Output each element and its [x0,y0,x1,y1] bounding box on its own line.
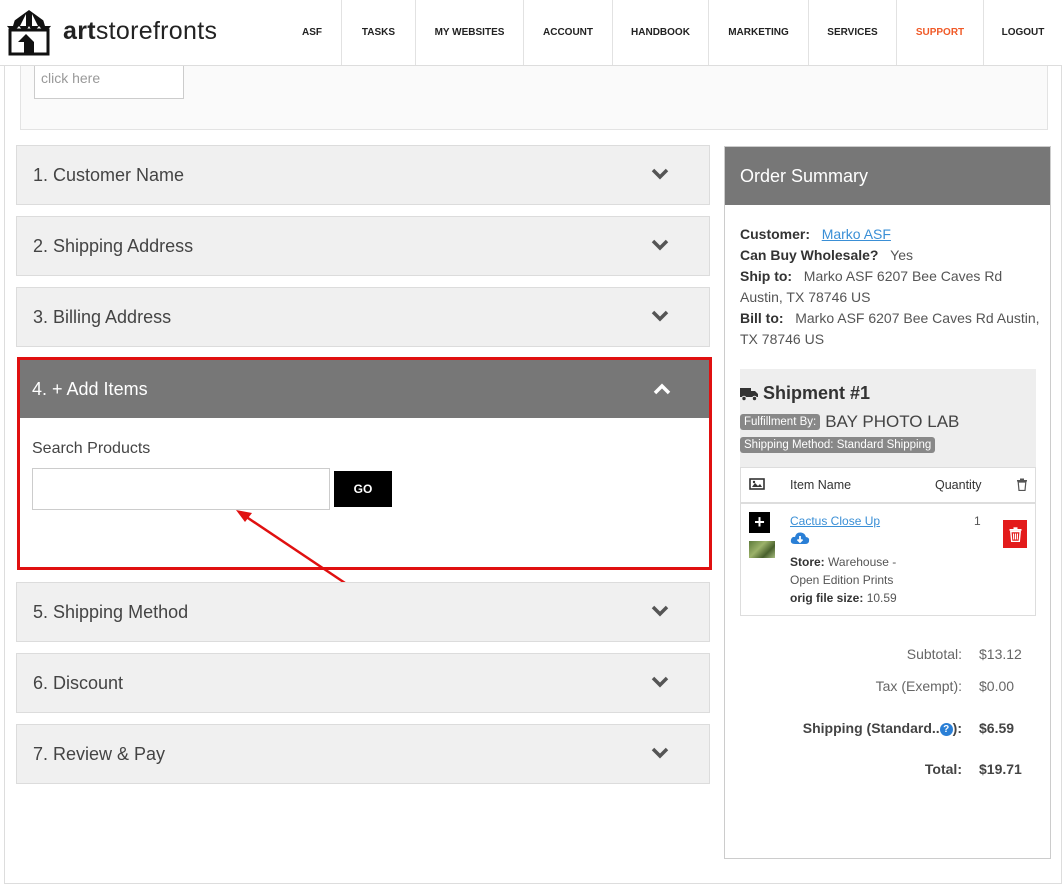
search-products-input[interactable] [32,468,330,510]
nav-logout[interactable]: LOGOUT [983,0,1062,65]
chevron-down-icon[interactable] [651,167,669,181]
main-menu: ASF TASKS MY WEBSITES ACCOUNT HANDBOOK M… [283,0,1062,65]
chevron-up-icon[interactable] [653,382,671,396]
tax-value: $0.00 [979,678,1015,694]
section-customer-name[interactable]: 1. Customer Name [16,145,710,205]
trash-icon [1009,526,1021,542]
tax-label: Tax (Exempt): [875,678,962,694]
item-name-link[interactable]: Cactus Close Up [790,514,880,528]
section-title: 1. Customer Name [33,165,185,185]
section-billing-address[interactable]: 3. Billing Address [16,287,710,347]
go-button[interactable]: GO [334,471,392,507]
section-shipping-method[interactable]: 5. Shipping Method [16,582,710,642]
customer-label: Customer: [740,226,811,242]
section-title: 7. Review & Pay [33,744,166,764]
subtotal-label: Subtotal: [906,646,962,662]
add-items-header[interactable]: 4. + Add Items [20,360,709,418]
total-value: $19.71 [979,761,1022,777]
section-title: 2. Shipping Address [33,236,194,256]
shipping-label: Shipping (Standard..?): [802,720,962,736]
annotation-arrow-icon [236,510,349,587]
section-discount[interactable]: 6. Discount [16,653,710,713]
quantity-header: Quantity [935,478,982,492]
cactus-thumbnail [749,541,775,558]
table-header: Item Name Quantity [741,468,1035,504]
shipment-box: Shipment #1 Fulfillment By: BAY PHOTO LA… [740,369,1036,616]
delete-item-button[interactable] [1003,520,1027,548]
bill-to-label: Bill to: [740,310,784,326]
chevron-down-icon[interactable] [651,675,669,689]
nav-support[interactable]: SUPPORT [896,0,983,65]
nav-services[interactable]: SERVICES [808,0,896,65]
section-add-items: 4. + Add Items Search Products GO [17,357,712,570]
customer-info: Customer: Marko ASF Can Buy Wholesale? Y… [740,224,1040,350]
trash-icon [1017,478,1027,491]
order-summary-header: Order Summary [725,147,1050,205]
shipping-method-badge: Shipping Method: Standard Shipping [740,435,936,453]
chevron-down-icon[interactable] [651,309,669,323]
nav-account[interactable]: ACCOUNT [523,0,612,65]
total-label: Total: [924,761,962,777]
section-title: 5. Shipping Method [33,602,189,622]
fulfillment-label: Fulfillment By: [740,414,821,430]
shipment-title: Shipment #1 [740,383,870,404]
item-name-header: Item Name [790,478,852,492]
items-table: Item Name Quantity + Cactus Close Up Sto… [740,467,1036,616]
nav-my-websites[interactable]: MY WEBSITES [415,0,523,65]
nav-asf[interactable]: ASF [283,0,341,65]
item-details: Store: Warehouse - Open Edition Prints o… [790,555,897,605]
shipping-value: $6.59 [979,720,1015,736]
storefront-logo-icon[interactable] [4,8,54,56]
section-title: 4. + Add Items [32,379,148,399]
cloud-download-icon[interactable] [790,531,810,546]
nav-marketing[interactable]: MARKETING [708,0,808,65]
ship-to-label: Ship to: [740,268,793,284]
search-products-label: Search Products [32,440,151,457]
subtotal-value: $13.12 [979,646,1022,662]
wholesale-value: Yes [890,247,913,263]
section-title: 6. Discount [33,673,124,693]
bill-to-value: Marko ASF 6207 Bee Caves Rd Austin, TX 7… [740,310,1040,347]
section-review-pay[interactable]: 7. Review & Pay [16,724,710,784]
nav-tasks[interactable]: TASKS [341,0,415,65]
chevron-down-icon[interactable] [651,746,669,760]
nav-handbook[interactable]: HANDBOOK [612,0,708,65]
wholesale-label: Can Buy Wholesale? [740,247,879,263]
chevron-down-icon[interactable] [651,238,669,252]
brand-name[interactable]: artstorefronts [63,17,217,46]
expand-item-plus-icon[interactable]: + [749,512,770,533]
fulfillment-value: BAY PHOTO LAB [825,412,960,431]
fulfillment-row: Fulfillment By: BAY PHOTO LAB [740,412,959,432]
chevron-down-icon[interactable] [651,604,669,618]
top-nav: artstorefronts ASF TASKS MY WEBSITES ACC… [0,0,1062,66]
help-icon[interactable]: ? [939,723,953,736]
order-summary-title: Order Summary [740,166,869,186]
customer-link[interactable]: Marko ASF [822,226,891,242]
truck-icon [740,387,758,401]
section-title: 3. Billing Address [33,307,172,327]
section-shipping-address[interactable]: 2. Shipping Address [16,216,710,276]
item-quantity: 1 [974,514,981,528]
order-summary-panel: Order Summary Customer: Marko ASF Can Bu… [724,146,1051,859]
image-icon [749,478,765,490]
click-here-input[interactable]: click here [34,66,184,99]
